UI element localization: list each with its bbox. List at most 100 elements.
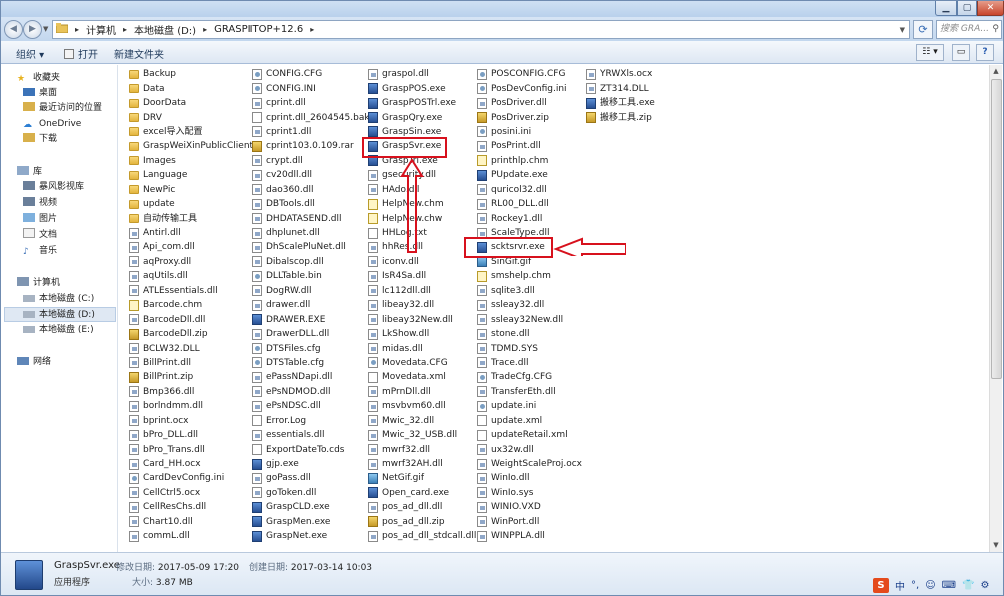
file-item[interactable]: msvbvm60.dll xyxy=(368,399,476,413)
file-item[interactable]: DhScalePluNet.dll xyxy=(252,240,370,254)
file-item[interactable]: midas.dll xyxy=(368,341,476,355)
address-dropdown-icon[interactable]: ▼ xyxy=(900,26,905,34)
file-item[interactable]: mwrf32.dll xyxy=(368,442,476,456)
file-item[interactable]: pos_ad_dll_stdcall.dll xyxy=(368,529,476,543)
vertical-scrollbar[interactable]: ▲ ▼ xyxy=(989,65,1002,552)
file-item[interactable]: WINPPLA.dll xyxy=(477,529,582,543)
breadcrumb-separator[interactable]: ▸ xyxy=(119,25,131,34)
file-item[interactable]: drawer.dll xyxy=(252,298,370,312)
search-input[interactable]: 搜索 GRA... ⚲ xyxy=(936,20,1002,39)
file-item[interactable]: libeay32.dll xyxy=(368,298,476,312)
file-item[interactable]: DHDATASEND.dll xyxy=(252,211,370,225)
file-item[interactable]: libeay32New.dll xyxy=(368,312,476,326)
file-item[interactable]: mwrf32AH.dll xyxy=(368,457,476,471)
breadcrumb-separator[interactable]: ▸ xyxy=(306,25,318,34)
file-item[interactable]: borlndmm.dll xyxy=(129,399,253,413)
file-item[interactable]: NetGif.gif xyxy=(368,471,476,485)
file-item[interactable]: ZT314.DLL xyxy=(586,81,655,95)
nav-documents[interactable]: 文档 xyxy=(23,228,57,243)
file-item[interactable]: BarcodeDll.dll xyxy=(129,312,253,326)
file-item[interactable]: Chart10.dll xyxy=(129,515,253,529)
file-item[interactable]: goPass.dll xyxy=(252,471,370,485)
file-item[interactable]: CONFIG.CFG xyxy=(252,67,370,81)
file-item[interactable]: ePsNDSC.dll xyxy=(252,399,370,413)
file-item[interactable]: WinIo.dll xyxy=(477,471,582,485)
file-item[interactable]: Bmp366.dll xyxy=(129,385,253,399)
file-item[interactable]: PosPrint.dll xyxy=(477,139,582,153)
scroll-down-icon[interactable]: ▼ xyxy=(990,539,1002,552)
file-item[interactable]: sqlite3.dll xyxy=(477,284,582,298)
file-item[interactable]: GraspMen.exe xyxy=(252,515,370,529)
file-item[interactable]: update.ini xyxy=(477,399,582,413)
file-item[interactable]: ePassNDapi.dll xyxy=(252,370,370,384)
punctuation-icon[interactable]: °, xyxy=(911,580,919,591)
file-item[interactable]: updateRetail.xml xyxy=(477,428,582,442)
nav-drive-e[interactable]: 本地磁盘 (E:) xyxy=(23,323,94,338)
file-item[interactable]: IsR4Sa.dll xyxy=(368,269,476,283)
change-view-button[interactable]: ☷ ▾ xyxy=(916,44,944,61)
refresh-button[interactable]: ⟳ xyxy=(913,20,933,39)
scroll-up-icon[interactable]: ▲ xyxy=(990,65,1002,78)
file-item[interactable]: LkShow.dll xyxy=(368,327,476,341)
file-item[interactable]: DTSFiles.cfg xyxy=(252,341,370,355)
file-item[interactable]: 搬移工具.zip xyxy=(586,110,655,124)
file-item[interactable]: GraspSvr.exe xyxy=(368,139,476,153)
file-item[interactable]: PosDevConfig.ini xyxy=(477,81,582,95)
file-item[interactable]: POSCONFIG.CFG xyxy=(477,67,582,81)
file-item[interactable]: GraspQry.exe xyxy=(368,110,476,124)
file-item[interactable]: CellResChs.dll xyxy=(129,500,253,514)
file-item[interactable]: DBTools.dll xyxy=(252,197,370,211)
file-item[interactable]: GraspCLD.exe xyxy=(252,500,370,514)
file-item[interactable]: TransferEth.dll xyxy=(477,385,582,399)
breadcrumb-computer[interactable]: 计算机 xyxy=(83,22,119,37)
minimize-button[interactable]: ▁ xyxy=(935,1,957,16)
nav-favorites[interactable]: ★ 收藏夹 xyxy=(17,71,60,86)
file-item[interactable]: BillPrint.zip xyxy=(129,370,253,384)
help-button[interactable]: ? xyxy=(976,44,994,61)
file-item[interactable]: GraspSin.exe xyxy=(368,125,476,139)
nav-recent[interactable]: 最近访问的位置 xyxy=(23,101,102,116)
nav-pictures[interactable]: 图片 xyxy=(23,212,57,227)
file-item[interactable]: stone.dll xyxy=(477,327,582,341)
file-item[interactable]: ATLEssentials.dll xyxy=(129,284,253,298)
nav-computer[interactable]: 计算机 xyxy=(17,276,60,291)
file-item[interactable]: cprint.dll xyxy=(252,96,370,110)
forward-button[interactable]: ▶ xyxy=(23,20,42,39)
file-item[interactable]: pos_ad_dll.dll xyxy=(368,500,476,514)
nav-network[interactable]: 网络 xyxy=(17,355,51,370)
file-item[interactable]: update.xml xyxy=(477,414,582,428)
nav-video-library[interactable]: 暴风影视库 xyxy=(23,180,84,195)
file-item[interactable]: Movedata.CFG xyxy=(368,356,476,370)
ime-mode[interactable]: 中 xyxy=(895,578,905,593)
new-folder-button[interactable]: 新建文件夹 xyxy=(114,46,164,61)
file-item[interactable]: WinPort.dll xyxy=(477,515,582,529)
file-item[interactable]: essentials.dll xyxy=(252,428,370,442)
file-item[interactable]: aqUtils.dll xyxy=(129,269,253,283)
nav-drive-d[interactable]: 本地磁盘 (D:) xyxy=(4,307,116,322)
file-item[interactable]: Mwic_32_USB.dll xyxy=(368,428,476,442)
file-item[interactable]: Dibalscop.dll xyxy=(252,255,370,269)
open-button[interactable]: 打开 xyxy=(64,46,98,61)
file-item[interactable]: mPrnDll.dll xyxy=(368,385,476,399)
file-item[interactable]: cprint1.dll xyxy=(252,125,370,139)
file-item[interactable]: CONFIG.INI xyxy=(252,81,370,95)
file-item[interactable]: graspol.dll xyxy=(368,67,476,81)
organize-button[interactable]: 组织 ▾ xyxy=(16,46,44,61)
file-item[interactable]: 搬移工具.exe xyxy=(586,96,655,110)
file-item[interactable]: cprint103.0.109.rar xyxy=(252,139,370,153)
nav-onedrive[interactable]: ☁ OneDrive xyxy=(23,117,81,132)
nav-downloads[interactable]: 下载 xyxy=(23,132,57,147)
nav-videos[interactable]: 视频 xyxy=(23,196,57,211)
maximize-button[interactable]: ▢ xyxy=(957,1,977,16)
breadcrumb-drive-d[interactable]: 本地磁盘 (D:) xyxy=(131,22,199,37)
file-item[interactable]: 自动传输工具 xyxy=(129,211,253,225)
nav-libraries[interactable]: 库 xyxy=(17,165,42,180)
file-item[interactable]: Language xyxy=(129,168,253,182)
breadcrumb-separator[interactable]: ▸ xyxy=(199,25,211,34)
skin-icon[interactable]: 👕 xyxy=(962,580,974,591)
file-item[interactable]: GraspWeiXinPublicClient xyxy=(129,139,253,153)
file-item[interactable]: DrawerDLL.dll xyxy=(252,327,370,341)
breadcrumb-current-folder[interactable]: GRASPⅡTOP+12.6 xyxy=(211,24,306,35)
file-item[interactable]: BillPrint.dll xyxy=(129,356,253,370)
file-item[interactable]: iconv.dll xyxy=(368,255,476,269)
